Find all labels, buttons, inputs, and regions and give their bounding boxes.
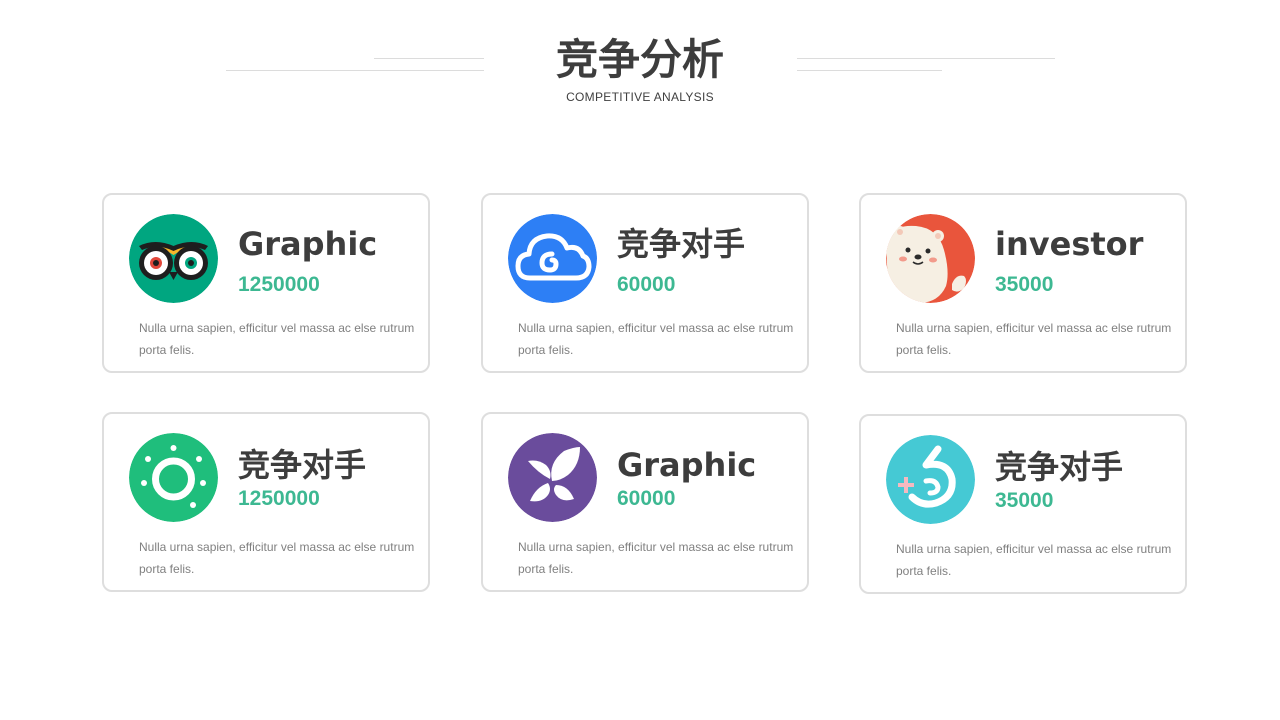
cloud-icon — [508, 214, 597, 303]
competitor-description: Nulla urna sapien, efficitur vel massa a… — [518, 321, 794, 357]
competitor-card-2[interactable]: 竞争对手 60000 Nulla urna sapien, efficitur … — [481, 193, 809, 373]
competitor-name: 竞争对手 — [238, 446, 367, 484]
competitor-description: Nulla urna sapien, efficitur vel massa a… — [139, 540, 415, 576]
plus-b-icon — [886, 435, 975, 524]
leaf-icon — [508, 433, 597, 522]
competitor-card-1[interactable]: Graphic 1250000 Nulla urna sapien, effic… — [102, 193, 430, 373]
bear-icon — [886, 214, 975, 303]
competitor-value: 1250000 — [238, 487, 320, 510]
competitor-card-6[interactable]: 竞争对手 35000 Nulla urna sapien, efficitur … — [859, 414, 1187, 594]
page-header: 竞争分析 COMPETITIVE ANALYSIS — [0, 0, 1280, 120]
competitor-description: Nulla urna sapien, efficitur vel massa a… — [139, 321, 415, 357]
competitor-description: Nulla urna sapien, efficitur vel massa a… — [896, 321, 1172, 357]
competitor-name: Graphic — [617, 446, 757, 484]
competitor-name: 竞争对手 — [995, 448, 1124, 486]
competitor-name: investor — [995, 225, 1144, 263]
competitor-value: 35000 — [995, 273, 1054, 296]
competitor-value: 60000 — [617, 487, 676, 510]
competitor-card-4[interactable]: 竞争对手 1250000 Nulla urna sapien, efficitu… — [102, 412, 430, 592]
competitor-value: 35000 — [995, 489, 1054, 512]
competitor-card-3[interactable]: investor 35000 Nulla urna sapien, effici… — [859, 193, 1187, 373]
competitor-value: 1250000 — [238, 273, 320, 296]
competitor-description: Nulla urna sapien, efficitur vel massa a… — [518, 540, 794, 576]
owl-icon — [129, 214, 218, 303]
competitor-description: Nulla urna sapien, efficitur vel massa a… — [896, 542, 1172, 578]
page-title: 竞争分析 — [555, 35, 724, 84]
competitor-value: 60000 — [617, 273, 676, 296]
competitor-name: 竞争对手 — [617, 225, 746, 263]
page-subtitle: COMPETITIVE ANALYSIS — [566, 90, 714, 104]
competitor-name: Graphic — [238, 225, 378, 263]
competitor-card-5[interactable]: Graphic 60000 Nulla urna sapien, efficit… — [481, 412, 809, 592]
sun-ring-icon — [129, 433, 218, 522]
